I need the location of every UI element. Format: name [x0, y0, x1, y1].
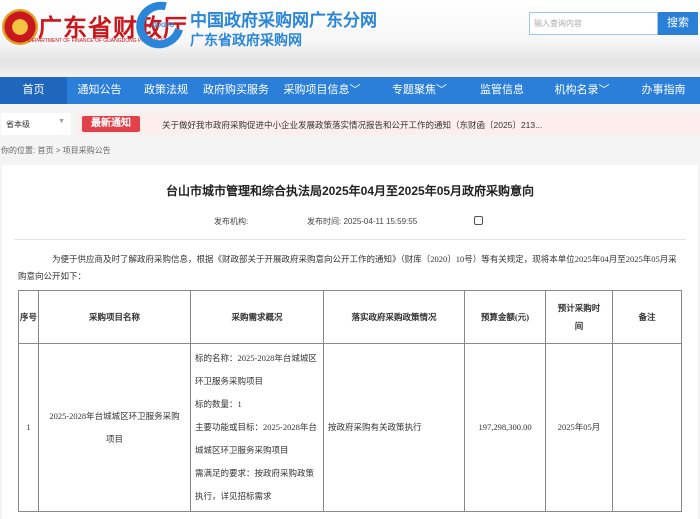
summary-line: 主要功能或目标：2025-2028年台城城区环卫服务采购项目	[195, 422, 317, 455]
article: 台山市城市管理和综合执法局2025年04月至2025年05月政府采购意向 发布机…	[2, 165, 698, 519]
table-header-row: 序号 采购项目名称 采购需求概况 落实政府采购政策情况 预算金额(元) 预计采购…	[18, 290, 682, 344]
nav-guide[interactable]: 办事指南	[627, 77, 700, 104]
gdgpo-logo-text: GDGPO	[152, 23, 175, 29]
main-nav: 首页 通知公告 政策法规 政府购买服务 采购项目信息﹀ 专题聚焦﹀ 监管信息 机…	[0, 77, 700, 104]
print-icon[interactable]	[474, 216, 483, 225]
col-policy: 落实政府采购政策情况	[323, 290, 465, 344]
publish-time-label: 发布时间:	[307, 217, 342, 226]
procurement-table: 序号 采购项目名称 采购需求概况 落实政府采购政策情况 预算金额(元) 预计采购…	[18, 290, 682, 512]
site-title: 中国政府采购网广东分网	[190, 11, 377, 30]
col-note: 备注	[612, 290, 682, 344]
cell-summary: 标的名称：2025-2028年台城城区环卫服务采购项目 标的数量：1 主要功能或…	[190, 343, 324, 512]
search-button[interactable]: 搜索	[658, 12, 698, 35]
cell-policy: 按政府采购有关政策执行	[323, 343, 465, 512]
search-input[interactable]: 输入查询内容	[529, 12, 658, 35]
table-row: 1 2025-2028年台城城区环卫服务采购项目 标的名称：2025-2028年…	[18, 343, 682, 512]
chevron-down-icon: ▼	[58, 118, 65, 125]
publisher: 发布机构:	[214, 217, 249, 226]
latest-notice-badge: 最新通知	[82, 116, 140, 132]
nav-directory[interactable]: 机构名录﹀	[537, 77, 627, 104]
summary-line: 需满足的要求：按政府采购政策执行，详见招标需求	[195, 468, 315, 501]
col-time: 预计采购时间	[545, 290, 613, 344]
breadcrumb-label: 你的位置:	[1, 146, 36, 155]
site-subtitle: 广东省政府采购网	[190, 32, 302, 48]
summary-line: 标的名称：2025-2028年台城城区环卫服务采购项目	[195, 353, 317, 386]
breadcrumb: 你的位置: 首页 > 项目采购公告	[1, 145, 111, 156]
cell-budget: 197,298,300.00	[464, 343, 546, 512]
site-header: 广东省财政厅 DEPARTMENT OF FINANCE OF GUANGDON…	[0, 0, 700, 77]
divider	[14, 239, 686, 240]
intro-paragraph: 为便于供应商及时了解政府采购信息，根据《财政部关于开展政府采购意向公开工作的通知…	[18, 254, 677, 281]
cell-no: 1	[18, 343, 39, 512]
summary-line: 标的数量：1	[195, 399, 242, 409]
nav-procurement-info[interactable]: 采购项目信息﹀	[272, 77, 372, 104]
page-title: 台山市城市管理和综合执法局2025年04月至2025年05月政府采购意向	[165, 184, 535, 198]
nav-services[interactable]: 政府购买服务	[200, 77, 272, 104]
breadcrumb-home[interactable]: 首页	[37, 146, 53, 155]
nav-home[interactable]: 首页	[0, 77, 67, 104]
nav-policies[interactable]: 政策法规	[132, 77, 200, 104]
latest-notice-link[interactable]: 关于做好我市政府采购促进中小企业发展政策落实情况报告和公开工作的通知（东财函〔2…	[162, 119, 542, 131]
nav-topics[interactable]: 专题聚焦﹀	[372, 77, 467, 104]
notice-bar: 省本级 ▼ 最新通知 关于做好我市政府采购促进中小企业发展政策落实情况报告和公开工…	[0, 113, 700, 135]
nav-supervision[interactable]: 监管信息	[467, 77, 537, 104]
col-budget: 预算金额(元)	[464, 290, 546, 344]
cell-time: 2025年05月	[545, 343, 613, 512]
breadcrumb-current[interactable]: 项目采购公告	[63, 146, 111, 155]
level-select-value: 省本级	[6, 120, 30, 129]
publish-time-value: 2025-04-11 15:59:55	[343, 217, 418, 226]
breadcrumb-separator: >	[55, 146, 61, 155]
col-no: 序号	[18, 290, 39, 344]
nav-notices[interactable]: 通知公告	[67, 77, 132, 104]
publish-time: 发布时间: 2025-04-11 15:59:55	[307, 216, 417, 227]
col-name: 采购项目名称	[38, 290, 191, 344]
col-summary: 采购需求概况	[190, 290, 324, 344]
cell-name: 2025-2028年台城城区环卫服务采购项目	[38, 343, 191, 512]
cell-note	[612, 343, 682, 512]
level-select[interactable]: 省本级 ▼	[1, 113, 71, 135]
